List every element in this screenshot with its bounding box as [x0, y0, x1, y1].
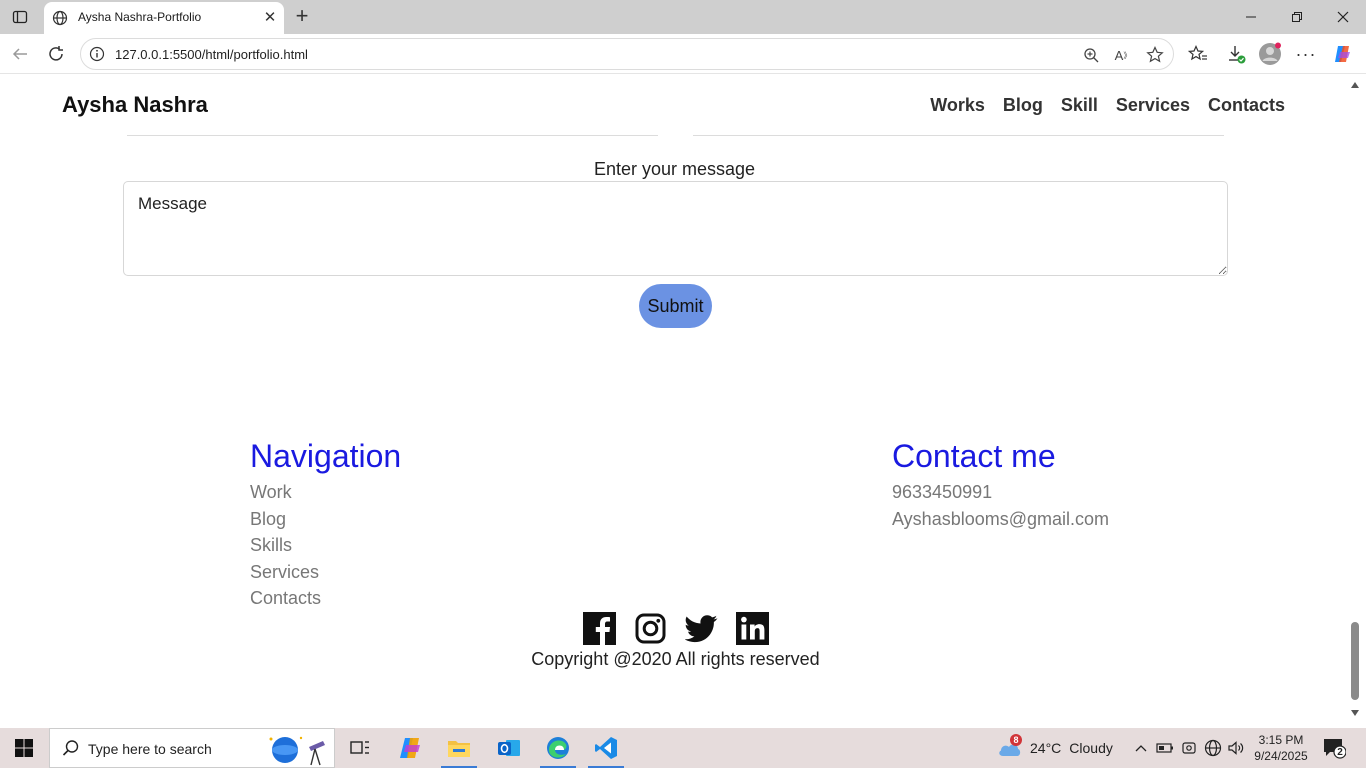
search-icon — [62, 739, 80, 762]
clock-date: 9/24/2025 — [1254, 749, 1308, 763]
start-button[interactable] — [0, 728, 48, 768]
search-placeholder: Type here to search — [88, 741, 212, 757]
site-logo[interactable]: Aysha Nashra — [62, 92, 208, 118]
tab-actions-icon[interactable] — [8, 6, 32, 28]
instagram-icon[interactable] — [634, 612, 667, 645]
nav-link-works[interactable]: Works — [930, 95, 985, 116]
site-info-icon[interactable] — [89, 46, 105, 67]
facebook-icon[interactable] — [583, 612, 616, 645]
close-window-button[interactable] — [1320, 0, 1366, 34]
weather-badge: 8 — [1010, 734, 1022, 746]
meet-now-icon[interactable] — [1179, 738, 1199, 758]
browser-tab[interactable]: Aysha Nashra-Portfolio ✕ — [44, 2, 284, 34]
footer-link-services[interactable]: Services — [250, 559, 401, 586]
read-aloud-icon[interactable]: A 》 — [1113, 45, 1133, 65]
battery-icon[interactable] — [1155, 738, 1175, 758]
favorite-star-icon[interactable] — [1145, 45, 1165, 65]
taskbar-search[interactable]: Type here to search — [49, 728, 335, 768]
file-explorer-icon[interactable] — [435, 728, 483, 768]
twitter-icon[interactable] — [684, 612, 718, 645]
nav-link-services[interactable]: Services — [1116, 95, 1190, 116]
scroll-thumb[interactable] — [1351, 622, 1359, 700]
notification-count: 2 — [1337, 747, 1343, 758]
message-label: Enter your message — [593, 159, 756, 179]
page-scrollbar[interactable] — [1348, 75, 1362, 723]
site-nav: Works Blog Skill Services Contacts — [930, 95, 1285, 116]
zoom-icon[interactable] — [1081, 45, 1101, 65]
message-textarea[interactable] — [123, 181, 1228, 276]
url-text: 127.0.0.1:5500/html/portfolio.html — [115, 47, 308, 62]
favorites-icon[interactable] — [1186, 42, 1210, 66]
volume-icon[interactable] — [1226, 738, 1246, 758]
minimize-button[interactable] — [1228, 0, 1274, 34]
footer-contact: Contact me 9633450991 Ayshasblooms@gmail… — [892, 438, 1109, 532]
edge-browser-icon[interactable] — [534, 728, 582, 768]
address-bar[interactable]: 127.0.0.1:5500/html/portfolio.html A 》 — [80, 38, 1174, 70]
social-links — [583, 612, 769, 645]
close-tab-icon[interactable]: ✕ — [262, 9, 278, 26]
network-globe-icon[interactable] — [1203, 738, 1223, 758]
footer-navigation: Navigation Work Blog Skills Services Con… — [250, 438, 401, 612]
scroll-up-arrow-icon[interactable] — [1351, 82, 1359, 88]
search-highlight-icon — [265, 733, 331, 768]
copyright-text: Copyright @2020 All rights reserved — [531, 649, 820, 669]
nav-link-contacts[interactable]: Contacts — [1208, 95, 1285, 116]
input-underline-right — [693, 135, 1224, 136]
task-view-icon[interactable] — [336, 728, 384, 768]
downloads-icon[interactable] — [1224, 42, 1248, 66]
more-menu-icon[interactable]: ··· — [1294, 42, 1318, 66]
system-clock[interactable]: 3:15 PM 9/24/2025 — [1249, 732, 1313, 764]
contact-email[interactable]: Ayshasblooms@gmail.com — [892, 506, 1109, 533]
browser-tab-bar: Aysha Nashra-Portfolio ✕ + — [0, 0, 1366, 34]
submit-button[interactable]: Submit — [639, 284, 712, 328]
tab-title: Aysha Nashra-Portfolio — [78, 10, 202, 24]
weather-temp: 24°C — [1030, 740, 1062, 756]
refresh-icon[interactable] — [44, 42, 68, 66]
linkedin-icon[interactable] — [736, 612, 769, 645]
weather-desc: Cloudy — [1069, 740, 1113, 756]
page-viewport: Aysha Nashra Works Blog Skill Services C… — [4, 75, 1345, 723]
scroll-down-arrow-icon[interactable] — [1351, 710, 1359, 716]
contact-phone: 9633450991 — [892, 482, 993, 502]
new-tab-button[interactable]: + — [290, 3, 314, 28]
back-arrow-icon[interactable] — [8, 42, 32, 66]
nav-link-blog[interactable]: Blog — [1003, 95, 1043, 116]
globe-icon — [52, 10, 68, 31]
vscode-icon[interactable] — [582, 728, 630, 768]
restore-button[interactable] — [1274, 0, 1320, 34]
input-underline-left — [127, 135, 658, 136]
cloudy-weather-icon: 8 — [996, 734, 1022, 758]
windows-taskbar: Type here to search 8 24°C Cloudy 3:15 P… — [0, 728, 1366, 768]
weather-widget[interactable]: 8 24°C Cloudy — [996, 734, 1113, 758]
footer-navigation-heading: Navigation — [250, 438, 402, 474]
footer-link-skills[interactable]: Skills — [250, 532, 401, 559]
footer-link-work[interactable]: Work — [250, 479, 401, 506]
profile-avatar[interactable] — [1258, 42, 1282, 66]
outlook-icon[interactable] — [485, 728, 533, 768]
show-hidden-icons-chevron-icon[interactable] — [1131, 738, 1151, 758]
browser-toolbar: 127.0.0.1:5500/html/portfolio.html A 》 ··… — [0, 34, 1366, 74]
footer-link-blog[interactable]: Blog — [250, 506, 401, 533]
clock-time: 3:15 PM — [1258, 733, 1304, 747]
nav-link-skill[interactable]: Skill — [1061, 95, 1098, 116]
copilot-app-icon[interactable] — [386, 728, 434, 768]
notification-center-icon[interactable]: 2 — [1322, 736, 1347, 760]
footer-contact-heading: Contact me — [892, 438, 1056, 474]
copilot-icon[interactable] — [1330, 42, 1354, 66]
footer-link-contacts[interactable]: Contacts — [250, 585, 401, 612]
